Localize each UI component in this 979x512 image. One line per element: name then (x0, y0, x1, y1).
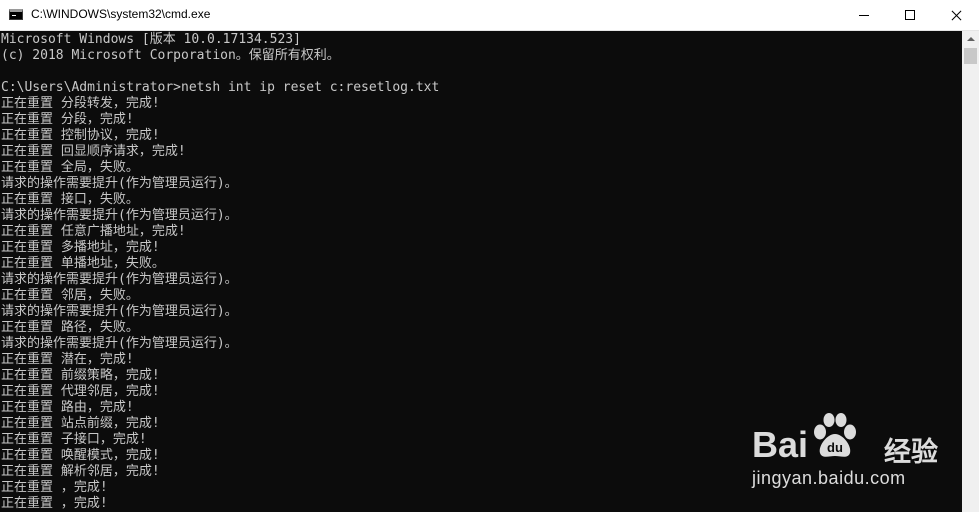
svg-text:du: du (827, 440, 843, 455)
scroll-up-arrow-icon[interactable] (962, 31, 979, 48)
console-line: 正在重置 分段，完成! (1, 112, 134, 127)
cmd-window: C:\WINDOWS\system32\cmd.exe Microsoft Wi… (0, 0, 979, 512)
console-line: 正在重置 唤醒模式，完成! (1, 448, 160, 463)
vertical-scrollbar[interactable] (962, 31, 979, 512)
console-line: 正在重置 单播地址，失败。 (1, 256, 165, 271)
watermark-brand-left: Bai (752, 424, 809, 465)
minimize-button[interactable] (841, 0, 887, 30)
console-line: Microsoft Windows [版本 10.0.17134.523] (1, 32, 301, 47)
scrollbar-thumb[interactable] (964, 48, 977, 64)
console-line: 正在重置 站点前缀，完成! (1, 416, 160, 431)
title-bar[interactable]: C:\WINDOWS\system32\cmd.exe (0, 0, 979, 31)
baidu-jingyan-watermark: Bai du du 经验 jingyan.baidu.com (752, 408, 952, 503)
console-line: 正在重置 ，完成! (1, 480, 108, 495)
console-line: C:\Users\Administrator>netsh int ip rese… (1, 80, 440, 95)
console-line: 正在重置 解析邻居，完成! (1, 464, 160, 479)
watermark-brand-cn: 经验 (884, 437, 938, 468)
console-line: 请求的操作需要提升(作为管理员运行)。 (1, 336, 238, 351)
console-line: 正在重置 回显顺序请求，完成! (1, 144, 186, 159)
console-line: 正在重置 分段转发，完成! (1, 96, 160, 111)
console-line: 正在重置 代理邻居，完成! (1, 384, 160, 399)
window-title: C:\WINDOWS\system32\cmd.exe (31, 7, 211, 21)
console-line: 正在重置 邻居，失败。 (1, 288, 139, 303)
console-line: 正在重置 多播地址，完成! (1, 240, 160, 255)
console-line: (c) 2018 Microsoft Corporation。保留所有权利。 (1, 48, 340, 63)
console-line: 请求的操作需要提升(作为管理员运行)。 (1, 272, 238, 287)
console-line: 正在重置 接口，失败。 (1, 192, 139, 207)
console-line: 正在重置 潜在，完成! (1, 352, 134, 367)
console-line: 正在重置 路由，完成! (1, 400, 134, 415)
console-line: 正在重置 路径，失败。 (1, 320, 139, 335)
maximize-button[interactable] (887, 0, 933, 30)
baidu-paw-icon: du (814, 413, 856, 457)
close-button[interactable] (933, 0, 979, 30)
console-line: 正在重置 前缀策略，完成! (1, 368, 160, 383)
console-line: 正在重置 任意广播地址，完成! (1, 224, 186, 239)
cmd-app-icon[interactable] (9, 9, 23, 20)
console-line: 正在重置 全局，失败。 (1, 160, 139, 175)
console-line: 正在重置 子接口，完成! (1, 432, 147, 447)
console-line: 请求的操作需要提升(作为管理员运行)。 (1, 176, 238, 191)
console-line: 正在重置 ，完成! (1, 496, 108, 511)
console-line: 请求的操作需要提升(作为管理员运行)。 (1, 304, 238, 319)
console-line: 请求的操作需要提升(作为管理员运行)。 (1, 208, 238, 223)
watermark-url: jingyan.baidu.com (752, 468, 906, 488)
console-line: 正在重置 控制协议，完成! (1, 128, 160, 143)
